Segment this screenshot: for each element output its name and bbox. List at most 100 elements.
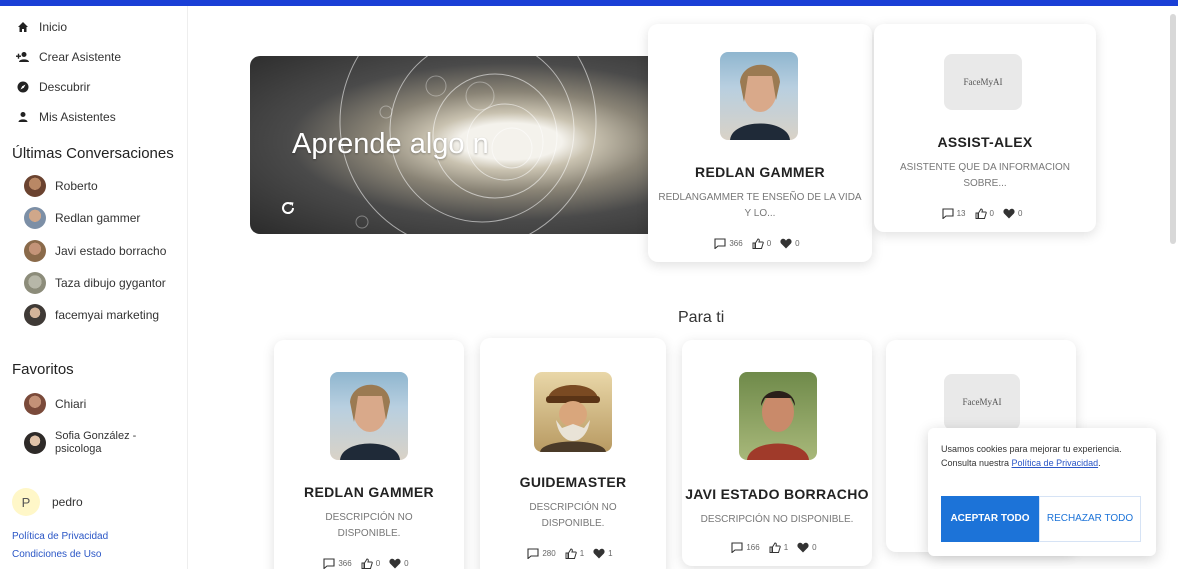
- avatar: [24, 432, 46, 454]
- favorite-item[interactable]: Chiari: [24, 392, 86, 416]
- avatar: [24, 393, 46, 415]
- avatar: [24, 207, 46, 229]
- comment-count: 13: [956, 209, 966, 218]
- like-count: 0: [766, 239, 772, 248]
- conversation-item[interactable]: Redlan gammer: [24, 206, 140, 230]
- like-count: 0: [989, 209, 994, 218]
- page-scrollbar[interactable]: [1170, 14, 1176, 244]
- hero-title: Aprende algo n: [292, 128, 489, 160]
- heart-icon[interactable]: [389, 558, 401, 569]
- conversation-item[interactable]: facemyai marketing: [24, 303, 159, 327]
- home-icon: [16, 20, 30, 34]
- assistant-description: REDLANGAMMER TE ENSEÑO DE LA VIDA Y LO..…: [658, 192, 862, 219]
- comment-icon: [942, 208, 954, 219]
- sidebar: Inicio Crear Asistente Descubrir Mis Asi…: [0, 6, 188, 569]
- comment-count: 280: [542, 549, 556, 558]
- heart-icon[interactable]: [1003, 208, 1015, 219]
- like-count: 0: [375, 559, 381, 568]
- heart-count: 1: [608, 549, 613, 558]
- assistant-stats: 166 1 0: [682, 542, 872, 553]
- refresh-icon: [282, 202, 295, 214]
- assistant-card[interactable]: REDLAN GAMMER DESCRIPCIÓN NO DISPONIBLE.…: [274, 340, 464, 569]
- like-count: 1: [579, 549, 585, 558]
- comment-count: 366: [338, 559, 352, 568]
- assistant-card[interactable]: JAVI ESTADO BORRACHO DESCRIPCIÓN NO DISP…: [682, 340, 872, 566]
- user-profile[interactable]: P pedro: [12, 484, 178, 520]
- favorite-label: Sofia González - psicologa: [55, 430, 137, 455]
- privacy-policy-link[interactable]: Política de Privacidad: [12, 531, 108, 542]
- nav-descubrir[interactable]: Descubrir: [16, 77, 90, 97]
- nav-mis-asistentes[interactable]: Mis Asistentes: [16, 107, 116, 127]
- heart-count: 0: [795, 239, 800, 248]
- assistant-stats: 366 0 0: [648, 238, 872, 249]
- comment-count: 366: [729, 239, 743, 248]
- compass-icon: [16, 80, 30, 94]
- nav-crear-asistente-label: Crear Asistente: [39, 50, 122, 64]
- favorites-title: Favoritos: [12, 361, 74, 378]
- nav-descubrir-label: Descubrir: [39, 80, 91, 94]
- avatar: [24, 304, 46, 326]
- conversation-item[interactable]: Roberto: [24, 174, 98, 198]
- assistant-photo: [739, 372, 817, 460]
- favorite-label: Chiari: [55, 397, 87, 411]
- like-count: 1: [783, 543, 789, 552]
- thumbs-up-icon[interactable]: [361, 558, 373, 569]
- user-avatar: P: [12, 488, 40, 516]
- cookie-privacy-link[interactable]: Política de Privacidad: [1012, 458, 1099, 468]
- thumbs-up-icon[interactable]: [975, 208, 987, 219]
- conversation-label: facemyai marketing: [55, 308, 160, 322]
- comment-icon: [731, 542, 743, 553]
- nav-crear-asistente[interactable]: Crear Asistente: [16, 47, 121, 67]
- assistant-card[interactable]: FaceMyAI ASSIST-ALEX ASISTENTE QUE DA IN…: [874, 24, 1096, 232]
- comment-count: 166: [746, 543, 760, 552]
- avatar: [24, 175, 46, 197]
- heart-count: 0: [812, 543, 817, 552]
- assistant-stats: 280 1 1: [480, 548, 666, 559]
- nav-inicio[interactable]: Inicio: [16, 17, 67, 37]
- reject-all-button[interactable]: RECHAZAR TODO: [1039, 496, 1141, 542]
- conversation-label: Javi estado borracho: [55, 244, 167, 258]
- thumbs-up-icon[interactable]: [769, 542, 781, 553]
- assistant-description: DESCRIPCIÓN NO DISPONIBLE.: [700, 514, 854, 525]
- thumbs-up-icon[interactable]: [565, 548, 577, 559]
- assistant-stats: 13 0 0: [874, 208, 1096, 219]
- conversation-item[interactable]: Javi estado borracho: [24, 239, 166, 263]
- assistant-photo: [720, 52, 798, 140]
- assistant-name: JAVI ESTADO BORRACHO: [685, 486, 869, 502]
- conversation-label: Roberto: [55, 179, 98, 193]
- comment-icon: [527, 548, 539, 559]
- assistant-name: REDLAN GAMMER: [695, 164, 825, 180]
- assistant-photo: [534, 372, 612, 452]
- avatar: [24, 240, 46, 262]
- heart-icon[interactable]: [780, 238, 792, 249]
- nav-mis-asistentes-label: Mis Asistentes: [39, 110, 116, 124]
- conversation-label: Taza dibujo gygantor: [55, 276, 166, 290]
- assistant-name: ASSIST-ALEX: [937, 134, 1033, 150]
- assistant-logo: FaceMyAI: [944, 54, 1022, 110]
- assistant-name: REDLAN GAMMER: [304, 484, 434, 500]
- assistant-description: ASISTENTE QUE DA INFORMACION SOBRE...: [899, 162, 1071, 189]
- conversation-item[interactable]: Taza dibujo gygantor: [24, 271, 166, 295]
- add-person-icon: [16, 50, 30, 64]
- person-icon: [16, 110, 30, 124]
- assistant-card[interactable]: REDLAN GAMMER REDLANGAMMER TE ENSEÑO DE …: [648, 24, 872, 262]
- cookie-message-end: .: [1098, 458, 1101, 468]
- heart-count: 0: [404, 559, 409, 568]
- terms-of-use-link[interactable]: Condiciones de Uso: [12, 549, 102, 560]
- comment-icon: [323, 558, 335, 569]
- heart-count: 0: [1017, 209, 1023, 218]
- heart-icon[interactable]: [593, 548, 605, 559]
- conversation-label: Redlan gammer: [55, 211, 141, 225]
- heart-icon[interactable]: [797, 542, 809, 553]
- assistant-card[interactable]: GUIDEMASTER DESCRIPCIÓN NO DISPONIBLE. 2…: [480, 338, 666, 569]
- assistant-name: GUIDEMASTER: [519, 474, 627, 490]
- user-name: pedro: [52, 495, 83, 509]
- nav-inicio-label: Inicio: [39, 20, 68, 34]
- logo-text: FaceMyAI: [963, 77, 1003, 87]
- logo-text: FaceMyAI: [962, 397, 1002, 407]
- thumbs-up-icon[interactable]: [752, 238, 764, 249]
- avatar: [24, 272, 46, 294]
- refresh-button[interactable]: [276, 196, 300, 220]
- favorite-item[interactable]: Sofia González - psicologa: [24, 428, 154, 458]
- accept-all-button[interactable]: ACEPTAR TODO: [941, 496, 1039, 542]
